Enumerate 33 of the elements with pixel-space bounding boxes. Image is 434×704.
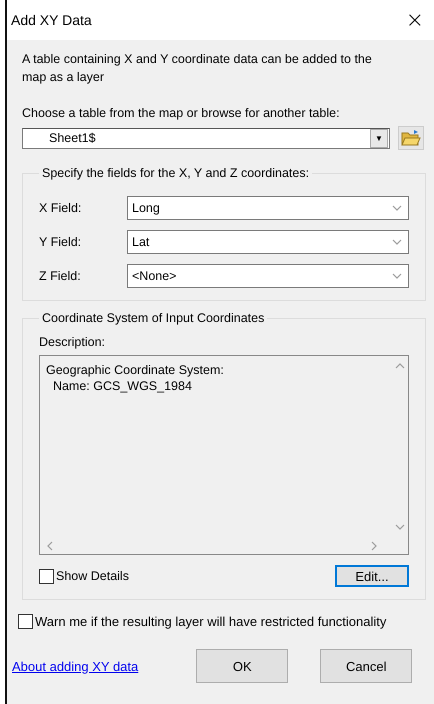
description-label: Description: <box>39 335 106 349</box>
checkbox-label: Warn me if the resulting layer will have restricted functionality <box>35 614 386 629</box>
dialog-button[interactable]: OK <box>196 649 288 683</box>
field-label: Z Field: <box>39 269 82 283</box>
table-dropdown[interactable]: Sheet1$ ▼ <box>22 128 390 148</box>
group-title: Specify the fields for the X, Y and Z coordinates: <box>41 166 310 180</box>
field-label: Y Field: <box>39 235 82 249</box>
field-dropdown[interactable]: Long <box>127 196 409 220</box>
browse-button[interactable] <box>398 126 424 150</box>
chevron-down-icon[interactable] <box>392 204 402 212</box>
checkbox[interactable] <box>18 614 33 629</box>
checkbox-label: Show Details <box>56 569 129 583</box>
chevron-down-icon[interactable] <box>392 238 402 246</box>
description-text: Geographic Coordinate System: <box>46 362 224 378</box>
window-title: Add XY Data <box>11 12 92 28</box>
folder-icon <box>401 129 421 147</box>
close-button[interactable]: × <box>402 8 428 32</box>
field-dropdown[interactable]: <None> <box>127 264 409 288</box>
chevron-down-icon[interactable] <box>392 272 402 280</box>
description-text: Name: GCS_WGS_1984 <box>52 378 192 394</box>
group-title: Coordinate System of Input Coordinates <box>41 311 266 325</box>
scroll-left-icon[interactable] <box>46 540 53 550</box>
field-label: X Field: <box>39 201 82 215</box>
table-prompt: Choose a table from the map or browse for another table: <box>22 106 341 120</box>
scroll-right-icon[interactable] <box>371 540 378 550</box>
field-dropdown[interactable]: Lat <box>127 230 409 254</box>
scroll-down-icon[interactable] <box>395 524 405 531</box>
scroll-up-icon[interactable] <box>395 362 405 369</box>
help-link[interactable]: About adding XY data <box>12 658 138 674</box>
edit-button[interactable]: Edit... <box>335 565 409 587</box>
dialog-button[interactable]: Cancel <box>320 649 412 683</box>
checkbox[interactable] <box>39 568 54 584</box>
intro-text: A table containing X and Y coordinate data can be added to the map as a layer <box>22 51 373 86</box>
